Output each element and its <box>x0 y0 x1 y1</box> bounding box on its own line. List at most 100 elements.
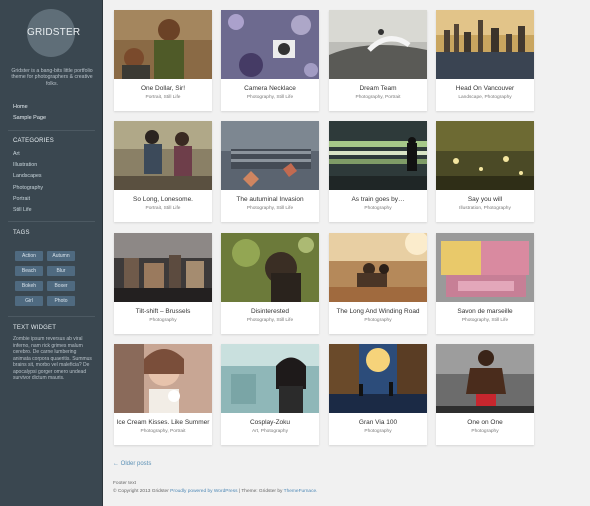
post-categories: Portrait, Still Life <box>145 95 181 100</box>
tag-beach[interactable]: Beach <box>15 266 43 276</box>
tag-photo[interactable]: Photo <box>47 296 75 306</box>
categories-list: Art Illustration Landscapes Photography … <box>13 149 93 216</box>
post-categories: Photography <box>364 429 392 434</box>
menu-item-home[interactable]: Home <box>13 102 93 113</box>
post-card[interactable]: Disinterested Photography, Still Life <box>221 233 319 334</box>
post-categories: Photography, Portrait <box>140 429 186 434</box>
post-title[interactable]: As train goes by… <box>329 196 427 203</box>
post-title[interactable]: One Dollar, Sir! <box>114 85 212 92</box>
post-categories: Photography <box>471 429 499 434</box>
post-thumbnail[interactable] <box>329 121 427 190</box>
site-tagline: Gridster is a bang-bits little portfolio… <box>11 68 93 87</box>
post-categories: Photography, Still Life <box>461 318 509 323</box>
post-title[interactable]: Tilt-shift – Brussels <box>114 308 212 315</box>
post-categories: Landscape, Photography <box>458 95 512 100</box>
post-card[interactable]: Dream Team Photography, Portrait <box>329 10 427 111</box>
post-thumbnail[interactable] <box>114 10 212 79</box>
post-title[interactable]: The Long And Winding Road <box>329 308 427 315</box>
tag-autumn[interactable]: Autumn <box>47 251 75 261</box>
site-logo[interactable]: GRIDSTER <box>27 9 80 57</box>
post-title[interactable]: The autuminal Invasion <box>221 196 319 203</box>
post-thumbnail[interactable] <box>329 10 427 79</box>
tag-bokeh[interactable]: Bokeh <box>15 281 43 291</box>
theme-prefix: | Theme: Gridster by <box>237 489 284 494</box>
wordpress-link[interactable]: Proudly powered by WordPress <box>170 489 237 494</box>
category-illustration[interactable]: Illustration <box>13 160 93 171</box>
divider <box>8 221 95 222</box>
tag-blur[interactable]: Blur <box>47 266 75 276</box>
post-thumbnail[interactable] <box>221 344 319 413</box>
post-card[interactable]: So Long, Lonesome. Portrait, Still Life <box>114 121 212 222</box>
post-card[interactable]: Gran Via 100 Photography <box>329 344 427 445</box>
post-card[interactable]: Camera Necklace Photography, Still Life <box>221 10 319 111</box>
post-card[interactable]: One on One Photography <box>436 344 534 445</box>
category-art[interactable]: Art <box>13 149 93 160</box>
post-title[interactable]: Ice Cream Kisses. Like Summer <box>114 419 212 426</box>
copyright-prefix: © Copyright 2013 Gridster <box>113 489 169 494</box>
post-card[interactable]: Say you will Illustration, Photography <box>436 121 534 222</box>
post-thumbnail[interactable] <box>436 121 534 190</box>
post-categories: Photography, Still Life <box>246 95 294 100</box>
post-categories: Illustration, Photography <box>459 206 511 211</box>
post-categories: Photography <box>364 318 392 323</box>
post-thumbnail[interactable] <box>436 344 534 413</box>
post-title[interactable]: One on One <box>436 419 534 426</box>
post-thumbnail[interactable] <box>436 233 534 302</box>
post-title[interactable]: Gran Via 100 <box>329 419 427 426</box>
post-categories: Photography <box>364 206 392 211</box>
post-card[interactable]: As train goes by… Photography <box>329 121 427 222</box>
divider <box>8 316 95 317</box>
post-categories: Art, Photography <box>252 429 288 434</box>
post-title[interactable]: Dream Team <box>329 85 427 92</box>
post-title[interactable]: Savon de marseille <box>436 308 534 315</box>
post-card[interactable]: The Long And Winding Road Photography <box>329 233 427 334</box>
post-thumbnail[interactable] <box>221 10 319 79</box>
tag-action[interactable]: Action <box>15 251 43 261</box>
post-categories: Photography, Still Life <box>246 206 294 211</box>
categories-title: CATEGORIES <box>13 138 54 144</box>
post-card[interactable]: One Dollar, Sir! Portrait, Still Life <box>114 10 212 111</box>
divider <box>8 130 95 131</box>
text-widget-body: Zombie ipsum reversus ab viral inferno, … <box>13 336 92 381</box>
theme-author-link[interactable]: ThemeFurnace. <box>284 489 318 494</box>
sidebar: GRIDSTER Gridster is a bang-bits little … <box>0 0 103 506</box>
post-card[interactable]: Head On Vancouver Landscape, Photography <box>436 10 534 111</box>
post-card[interactable]: Tilt-shift – Brussels Photography <box>114 233 212 334</box>
tag-girl[interactable]: Girl <box>15 296 43 306</box>
post-categories: Portrait, Still Life <box>145 206 181 211</box>
post-thumbnail[interactable] <box>114 233 212 302</box>
menu-item-sample-page[interactable]: Sample Page <box>13 113 93 124</box>
category-photography[interactable]: Photography <box>13 183 93 194</box>
category-still-life[interactable]: Still Life <box>13 205 93 216</box>
post-thumbnail[interactable] <box>329 233 427 302</box>
post-thumbnail[interactable] <box>114 121 212 190</box>
category-portrait[interactable]: Portrait <box>13 194 93 205</box>
post-thumbnail[interactable] <box>221 121 319 190</box>
post-thumbnail[interactable] <box>114 344 212 413</box>
category-landscapes[interactable]: Landscapes <box>13 171 93 182</box>
post-title[interactable]: Disinterested <box>221 308 319 315</box>
post-thumbnail[interactable] <box>329 344 427 413</box>
post-title[interactable]: Say you will <box>436 196 534 203</box>
tag-boxer[interactable]: Boxer <box>47 281 75 291</box>
post-title[interactable]: So Long, Lonesome. <box>114 196 212 203</box>
post-categories: Photography, Still Life <box>246 318 294 323</box>
post-title[interactable]: Camera Necklace <box>221 85 319 92</box>
copyright: © Copyright 2013 Gridster Proudly powere… <box>113 489 318 494</box>
post-grid: One Dollar, Sir! Portrait, Still Life Ca… <box>103 0 590 506</box>
footer-text: Footer text <box>113 481 136 486</box>
post-thumbnail[interactable] <box>436 10 534 79</box>
post-thumbnail[interactable] <box>221 233 319 302</box>
post-card[interactable]: Ice Cream Kisses. Like Summer Photograph… <box>114 344 212 445</box>
post-title[interactable]: Head On Vancouver <box>436 85 534 92</box>
tags-title: TAGS <box>13 230 30 236</box>
post-card[interactable]: Cosplay-Zoku Art, Photography <box>221 344 319 445</box>
post-categories: Photography <box>149 318 177 323</box>
older-posts-link[interactable]: ← Older posts <box>113 461 151 467</box>
main-menu: Home Sample Page <box>13 102 93 124</box>
post-title[interactable]: Cosplay-Zoku <box>221 419 319 426</box>
post-categories: Photography, Portrait <box>355 95 401 100</box>
text-widget-title: TEXT WIDGET <box>13 325 57 331</box>
post-card[interactable]: The autuminal Invasion Photography, Stil… <box>221 121 319 222</box>
post-card[interactable]: Savon de marseille Photography, Still Li… <box>436 233 534 334</box>
